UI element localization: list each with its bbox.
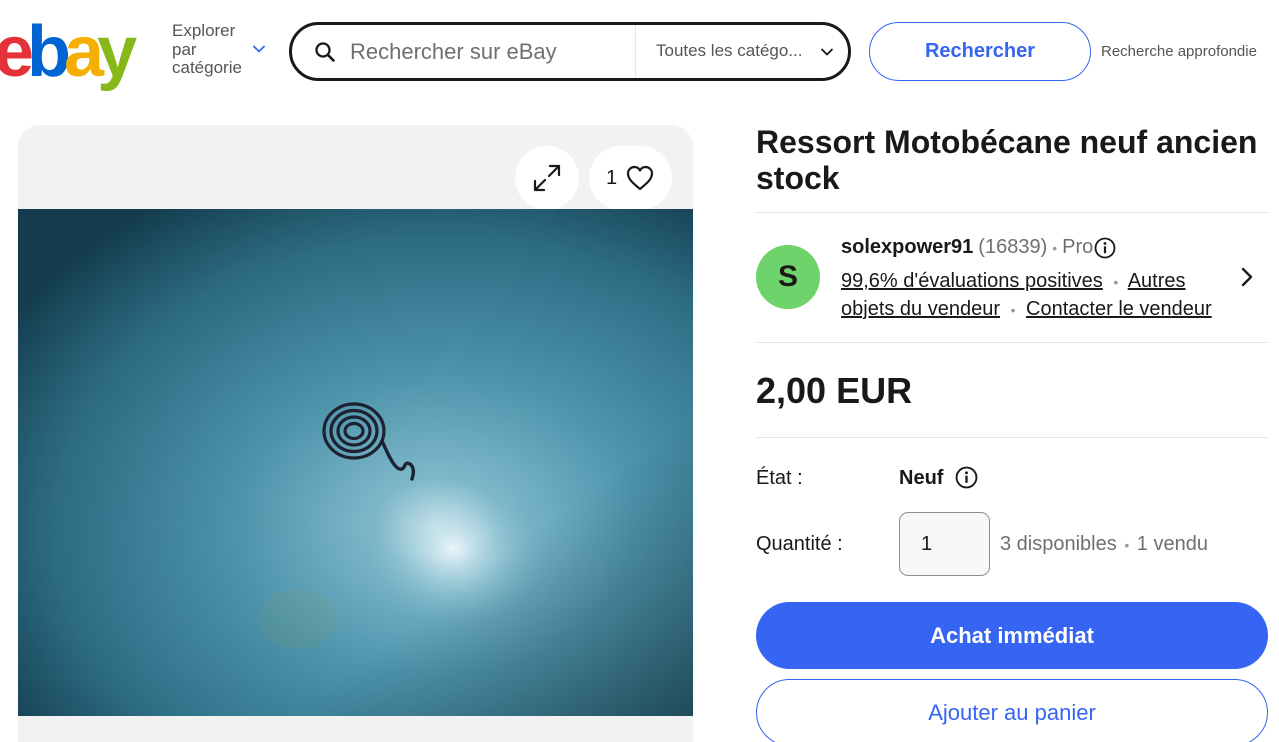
search-divider: [635, 25, 636, 78]
feedback-link[interactable]: 99,6% d'évaluations positives: [841, 270, 1103, 292]
info-icon[interactable]: [955, 466, 978, 489]
sold-count: 1 vendu: [1136, 533, 1208, 555]
explore-by-category[interactable]: Explorer par catégorie: [172, 21, 242, 78]
pro-badge: Pro: [1062, 236, 1094, 258]
product-photo[interactable]: [18, 209, 693, 716]
contact-seller-link[interactable]: Contacter le vendeur: [1026, 298, 1212, 320]
search-icon: [315, 42, 335, 62]
chevron-down-icon[interactable]: [252, 42, 266, 56]
category-select[interactable]: Toutes les catégo...: [656, 41, 802, 61]
logo-letter-a: a: [64, 12, 104, 92]
seller-links: 99,6% d'évaluations positives • Autres o…: [841, 268, 1221, 324]
watch-count: 1: [605, 166, 618, 189]
chevron-down-icon[interactable]: [820, 45, 834, 59]
condition-value: Neuf: [899, 467, 944, 489]
image-gallery: 1: [18, 125, 693, 742]
price: 2,00 EUR: [756, 370, 913, 411]
seller-info: solexpower91 (16839) • Pro: [841, 236, 1116, 259]
add-to-cart-button[interactable]: Ajouter au panier: [756, 679, 1268, 742]
search-bar: Toutes les catégo...: [289, 22, 851, 81]
info-icon[interactable]: [1094, 237, 1116, 259]
quantity-input[interactable]: [899, 512, 990, 576]
seller-avatar[interactable]: S: [756, 245, 820, 309]
buy-now-button[interactable]: Achat immédiat: [756, 602, 1268, 669]
search-input[interactable]: [350, 34, 630, 70]
watch-button[interactable]: 1: [589, 146, 672, 210]
logo-letter-e: e: [0, 12, 34, 92]
explore-line-2: par: [172, 39, 197, 59]
seller-name[interactable]: solexpower91: [841, 236, 973, 259]
available-count: 3 disponibles: [1000, 533, 1117, 555]
divider: [756, 437, 1268, 438]
expand-icon: [533, 164, 561, 192]
expand-button[interactable]: [515, 146, 579, 210]
explore-line-1: Explorer: [172, 21, 236, 40]
condition-label: État :: [756, 467, 803, 489]
ebay-logo[interactable]: e b a y: [0, 8, 137, 92]
quantity-label: Quantité :: [756, 533, 843, 555]
chevron-right-icon[interactable]: [1238, 266, 1256, 288]
separator-dot: •: [1010, 302, 1016, 318]
logo-letter-b: b: [27, 12, 71, 92]
search-button[interactable]: Rechercher: [869, 22, 1091, 81]
separator-dot: •: [1124, 537, 1130, 553]
explore-line-3: catégorie: [172, 58, 242, 77]
availability: 3 disponibles • 1 vendu: [1000, 533, 1208, 556]
seller-score: (16839): [978, 236, 1048, 258]
separator-dot: •: [1052, 239, 1058, 256]
divider: [756, 342, 1268, 343]
logo-letter-y: y: [97, 12, 137, 92]
listing-title: Ressort Motobécane neuf ancien stock: [756, 124, 1258, 196]
separator-dot: •: [1113, 274, 1119, 290]
advanced-search-link[interactable]: Recherche approfondie: [1101, 43, 1257, 60]
divider: [756, 212, 1268, 213]
heart-icon: [626, 165, 654, 191]
